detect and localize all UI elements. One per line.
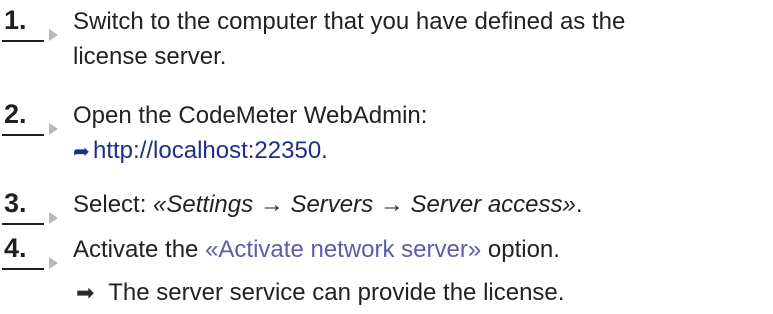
step-number: 1.	[4, 5, 27, 35]
step-number-underline	[2, 268, 44, 270]
step-number-marker: 3.	[2, 187, 60, 227]
link-arrow-icon: ➦	[73, 141, 90, 163]
step-number-underline	[2, 223, 44, 225]
step-text-suffix: .	[575, 191, 583, 218]
step-2: 2. Open the CodeMeter WebAdmin: ➦ http://…	[0, 98, 773, 178]
menu-path: «Settings → Servers → Server access»	[153, 191, 576, 218]
step-text-period: .	[321, 137, 328, 164]
step-arrow-icon	[49, 29, 58, 41]
step-text-line: Open the CodeMeter WebAdmin:	[73, 102, 428, 129]
step-text-line: license server.	[73, 43, 227, 70]
webadmin-link[interactable]: http://localhost:22350	[93, 137, 321, 164]
step-number-marker: 2.	[2, 98, 60, 138]
step-text: Activate the «Activate network server» o…	[73, 232, 768, 267]
step-number: 4.	[4, 233, 27, 263]
step-link-line: ➦ http://localhost:22350.	[73, 133, 768, 170]
step-number-underline	[2, 40, 44, 42]
instruction-page: 1. Switch to the computer that you have …	[0, 0, 773, 314]
step-text: Switch to the computer that you have def…	[73, 4, 768, 74]
step-text-line: Switch to the computer that you have def…	[73, 8, 626, 35]
step-text: Select: «Settings → Servers → Server acc…	[73, 187, 768, 222]
step-text: Open the CodeMeter WebAdmin: ➦ http://loc…	[73, 98, 768, 170]
ui-option-label: «Activate network server»	[205, 236, 482, 263]
step-4: 4. Activate the «Activate network server…	[0, 232, 773, 274]
step-result: ➡ The server service can provide the lic…	[73, 275, 768, 310]
step-number: 3.	[4, 188, 27, 218]
step-arrow-icon	[49, 257, 58, 269]
step-1: 1. Switch to the computer that you have …	[0, 4, 773, 84]
step-number-marker: 1.	[2, 4, 60, 44]
step-number-marker: 4.	[2, 232, 60, 272]
step-number: 2.	[4, 99, 27, 129]
step-arrow-icon	[49, 212, 58, 224]
step-3: 3. Select: «Settings → Servers → Server …	[0, 187, 773, 229]
result-arrow-icon: ➡	[76, 280, 95, 305]
step-arrow-icon	[49, 123, 58, 135]
step-number-underline	[2, 134, 44, 136]
step-text-suffix: option.	[481, 236, 560, 263]
step-text-prefix: Activate the	[73, 236, 206, 263]
step-text-prefix: Select:	[73, 191, 154, 218]
result-text: The server service can provide the licen…	[108, 279, 565, 306]
